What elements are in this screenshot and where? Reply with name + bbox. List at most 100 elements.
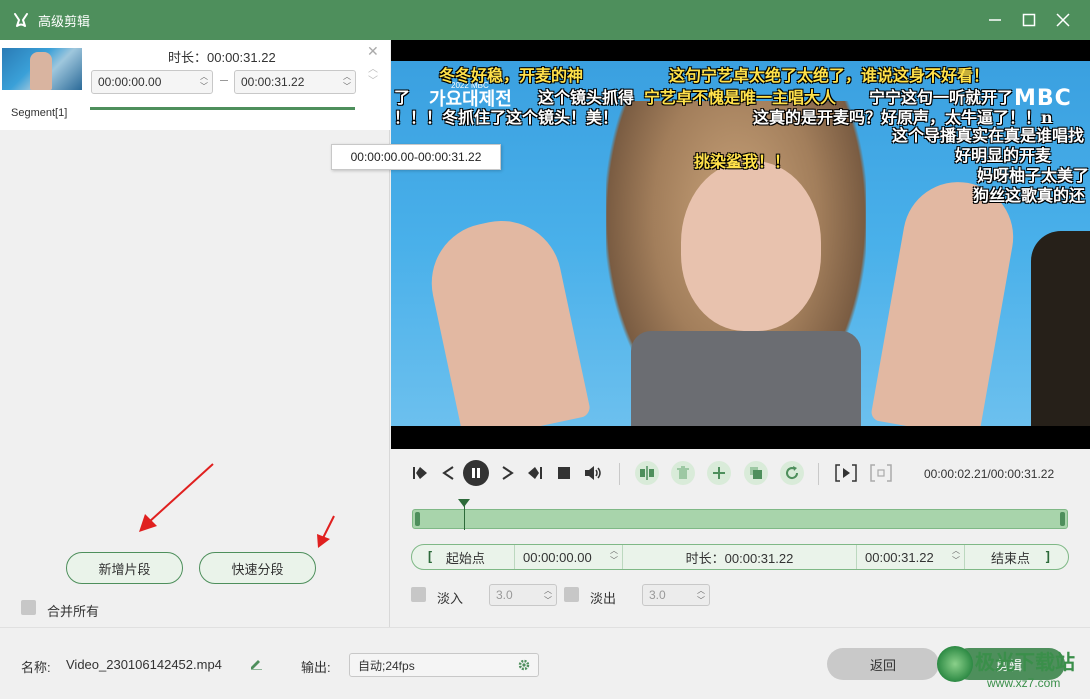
step-forward-icon: [502, 466, 514, 480]
volume-icon: [585, 466, 601, 480]
segment-end-input[interactable]: 00:00:31.22 ︿ ﹀: [234, 70, 356, 94]
loop-selection-button[interactable]: [869, 461, 893, 485]
fade-out-label: 淡出: [590, 591, 617, 606]
danmaku-comment: ！！！冬抓住了这个镜头！美！: [394, 108, 619, 127]
bottom-bar: 名称: Video_230106142452.mp4 输出: 自动;24fps …: [0, 627, 1090, 699]
volume-button[interactable]: [581, 461, 605, 485]
next-frame-button[interactable]: [523, 461, 547, 485]
segment-start-value: 00:00:00.00: [98, 75, 162, 89]
delete-button[interactable]: [671, 461, 695, 485]
refresh-icon: [786, 466, 799, 480]
start-point-label: 起始点: [445, 550, 485, 566]
end-time-value: 00:00:31.22: [865, 549, 934, 565]
trim-range-bar: [ 起始点 00:00:00.00 ︿ ﹀ 时长：00:00:31.22 00:0…: [411, 544, 1069, 570]
segment-range-tooltip: 00:00:00.00-00:00:31.22: [331, 144, 501, 170]
end-point-label: 结束点: [991, 550, 1031, 566]
set-start-point-button[interactable]: [ 起始点: [412, 545, 515, 569]
fade-in-checkbox[interactable]: [411, 587, 426, 602]
playback-timecode: 00:00:02.21/00:00:31.22: [924, 467, 1055, 481]
segment-start-input[interactable]: 00:00:00.00 ︿ ﹀: [91, 70, 213, 94]
reset-button[interactable]: [780, 461, 804, 485]
watermark-url: www.xz7.com: [987, 676, 1061, 690]
merge-all-checkbox[interactable]: [21, 600, 36, 615]
site-watermark: 极光下载站 www.xz7.com: [935, 642, 1085, 696]
start-time-spinner[interactable]: ︿ ﹀: [608, 545, 620, 567]
add-segment-button[interactable]: 新增片段: [66, 552, 183, 584]
fade-out-value: 3.0: [649, 588, 666, 602]
danmaku-comment: 挑染鲨我！！: [694, 152, 791, 171]
trim-duration-value: 时长：00:00:31.22: [685, 550, 794, 566]
watermark-logo-icon: [937, 646, 973, 682]
jump-start-icon: [413, 467, 427, 479]
copy-icon: [750, 467, 762, 479]
trash-icon: [677, 466, 689, 479]
file-name-value: Video_230106142452.mp4: [66, 657, 222, 672]
back-button[interactable]: 返回: [827, 648, 939, 680]
pause-icon: [472, 468, 480, 478]
video-preview[interactable]: 2022 MBC 가요대제전 MBC 冬冬好稳，开麦的神 这句宁艺卓太绝了太绝了…: [391, 40, 1090, 449]
danmaku-comment: 狗丝这歌真的还: [973, 186, 1086, 205]
video-frame: 2022 MBC 가요대제전 MBC 冬冬好稳，开麦的神 这句宁艺卓太绝了太绝了…: [391, 61, 1090, 426]
stop-icon: [558, 467, 570, 479]
merge-all-label: 合并所有: [47, 604, 100, 619]
minimize-button[interactable]: [978, 0, 1012, 40]
quick-split-button[interactable]: 快速分段: [199, 552, 316, 584]
segment-duration: 时长：00:00:31.22: [168, 50, 276, 65]
step-back-button[interactable]: [436, 461, 460, 485]
playhead-marker[interactable]: [458, 499, 470, 507]
toolbar-divider: [619, 463, 620, 485]
plus-icon: [713, 467, 725, 479]
danmaku-comment: 冬冬好稳，开麦的神: [439, 66, 584, 85]
segment-card[interactable]: Segment[1] 时长：00:00:31.22 00:00:00.00 ︿ ﹀…: [0, 40, 390, 130]
start-bracket-icon: [: [426, 549, 434, 565]
segment-close-icon[interactable]: ✕: [367, 43, 379, 60]
timeline-track[interactable]: [412, 509, 1068, 529]
segment-end-spinner[interactable]: ︿ ﹀: [341, 71, 353, 93]
split-icon: [640, 466, 654, 480]
stop-button[interactable]: [552, 461, 576, 485]
gear-icon[interactable]: [517, 658, 531, 672]
file-name-label: 名称:: [21, 660, 51, 675]
fade-out-spinner[interactable]: ︿ ﹀: [695, 585, 707, 607]
red-arrow-icon: [139, 463, 214, 532]
edit-name-icon[interactable]: [249, 656, 263, 670]
timeline-end-handle[interactable]: [1060, 512, 1065, 526]
close-icon: [1056, 13, 1070, 27]
pause-button[interactable]: [463, 460, 489, 486]
segment-start-spinner[interactable]: ︿ ﹀: [198, 71, 210, 93]
fade-in-input[interactable]: 3.0 ︿ ﹀: [489, 584, 557, 606]
fade-out-checkbox[interactable]: [564, 587, 579, 602]
segment-progress-bar: [90, 107, 355, 110]
split-button[interactable]: [635, 461, 659, 485]
close-button[interactable]: [1046, 0, 1080, 40]
step-forward-button[interactable]: [496, 461, 520, 485]
fade-out-input[interactable]: 3.0 ︿ ﹀: [642, 584, 710, 606]
app-logo-icon: [14, 13, 28, 27]
maximize-button[interactable]: [1012, 0, 1046, 40]
segment-end-value: 00:00:31.22: [241, 75, 305, 89]
start-time-value: 00:00:00.00: [523, 549, 592, 565]
start-time-input[interactable]: 00:00:00.00 ︿ ﹀: [515, 545, 623, 569]
play-selection-icon: [835, 464, 857, 482]
end-time-spinner[interactable]: ︿ ﹀: [950, 545, 962, 567]
maximize-icon: [1022, 13, 1036, 27]
output-format-select[interactable]: 自动;24fps: [349, 653, 539, 677]
set-end-point-button[interactable]: 结束点 ]: [965, 545, 1068, 569]
segment-move-down-icon[interactable]: ﹀: [368, 72, 378, 87]
end-bracket-icon: ]: [1044, 549, 1052, 565]
fade-in-spinner[interactable]: ︿ ﹀: [542, 585, 554, 607]
play-selection-button[interactable]: [834, 461, 858, 485]
add-button[interactable]: [707, 461, 731, 485]
trim-duration: 时长：00:00:31.22: [623, 545, 857, 569]
step-back-icon: [442, 466, 454, 480]
segment-label: Segment[1]: [11, 107, 68, 119]
time-range-dash: [220, 80, 228, 81]
red-arrow-icon: [317, 515, 335, 548]
end-time-input[interactable]: 00:00:31.22 ︿ ﹀: [857, 545, 965, 569]
copy-button[interactable]: [744, 461, 768, 485]
timeline-start-handle[interactable]: [415, 512, 420, 526]
fade-in-label: 淡入: [437, 591, 464, 606]
output-format-value: 自动;24fps: [358, 658, 415, 673]
prev-frame-button[interactable]: [408, 461, 432, 485]
title-bar: 高级剪辑: [0, 0, 1090, 40]
